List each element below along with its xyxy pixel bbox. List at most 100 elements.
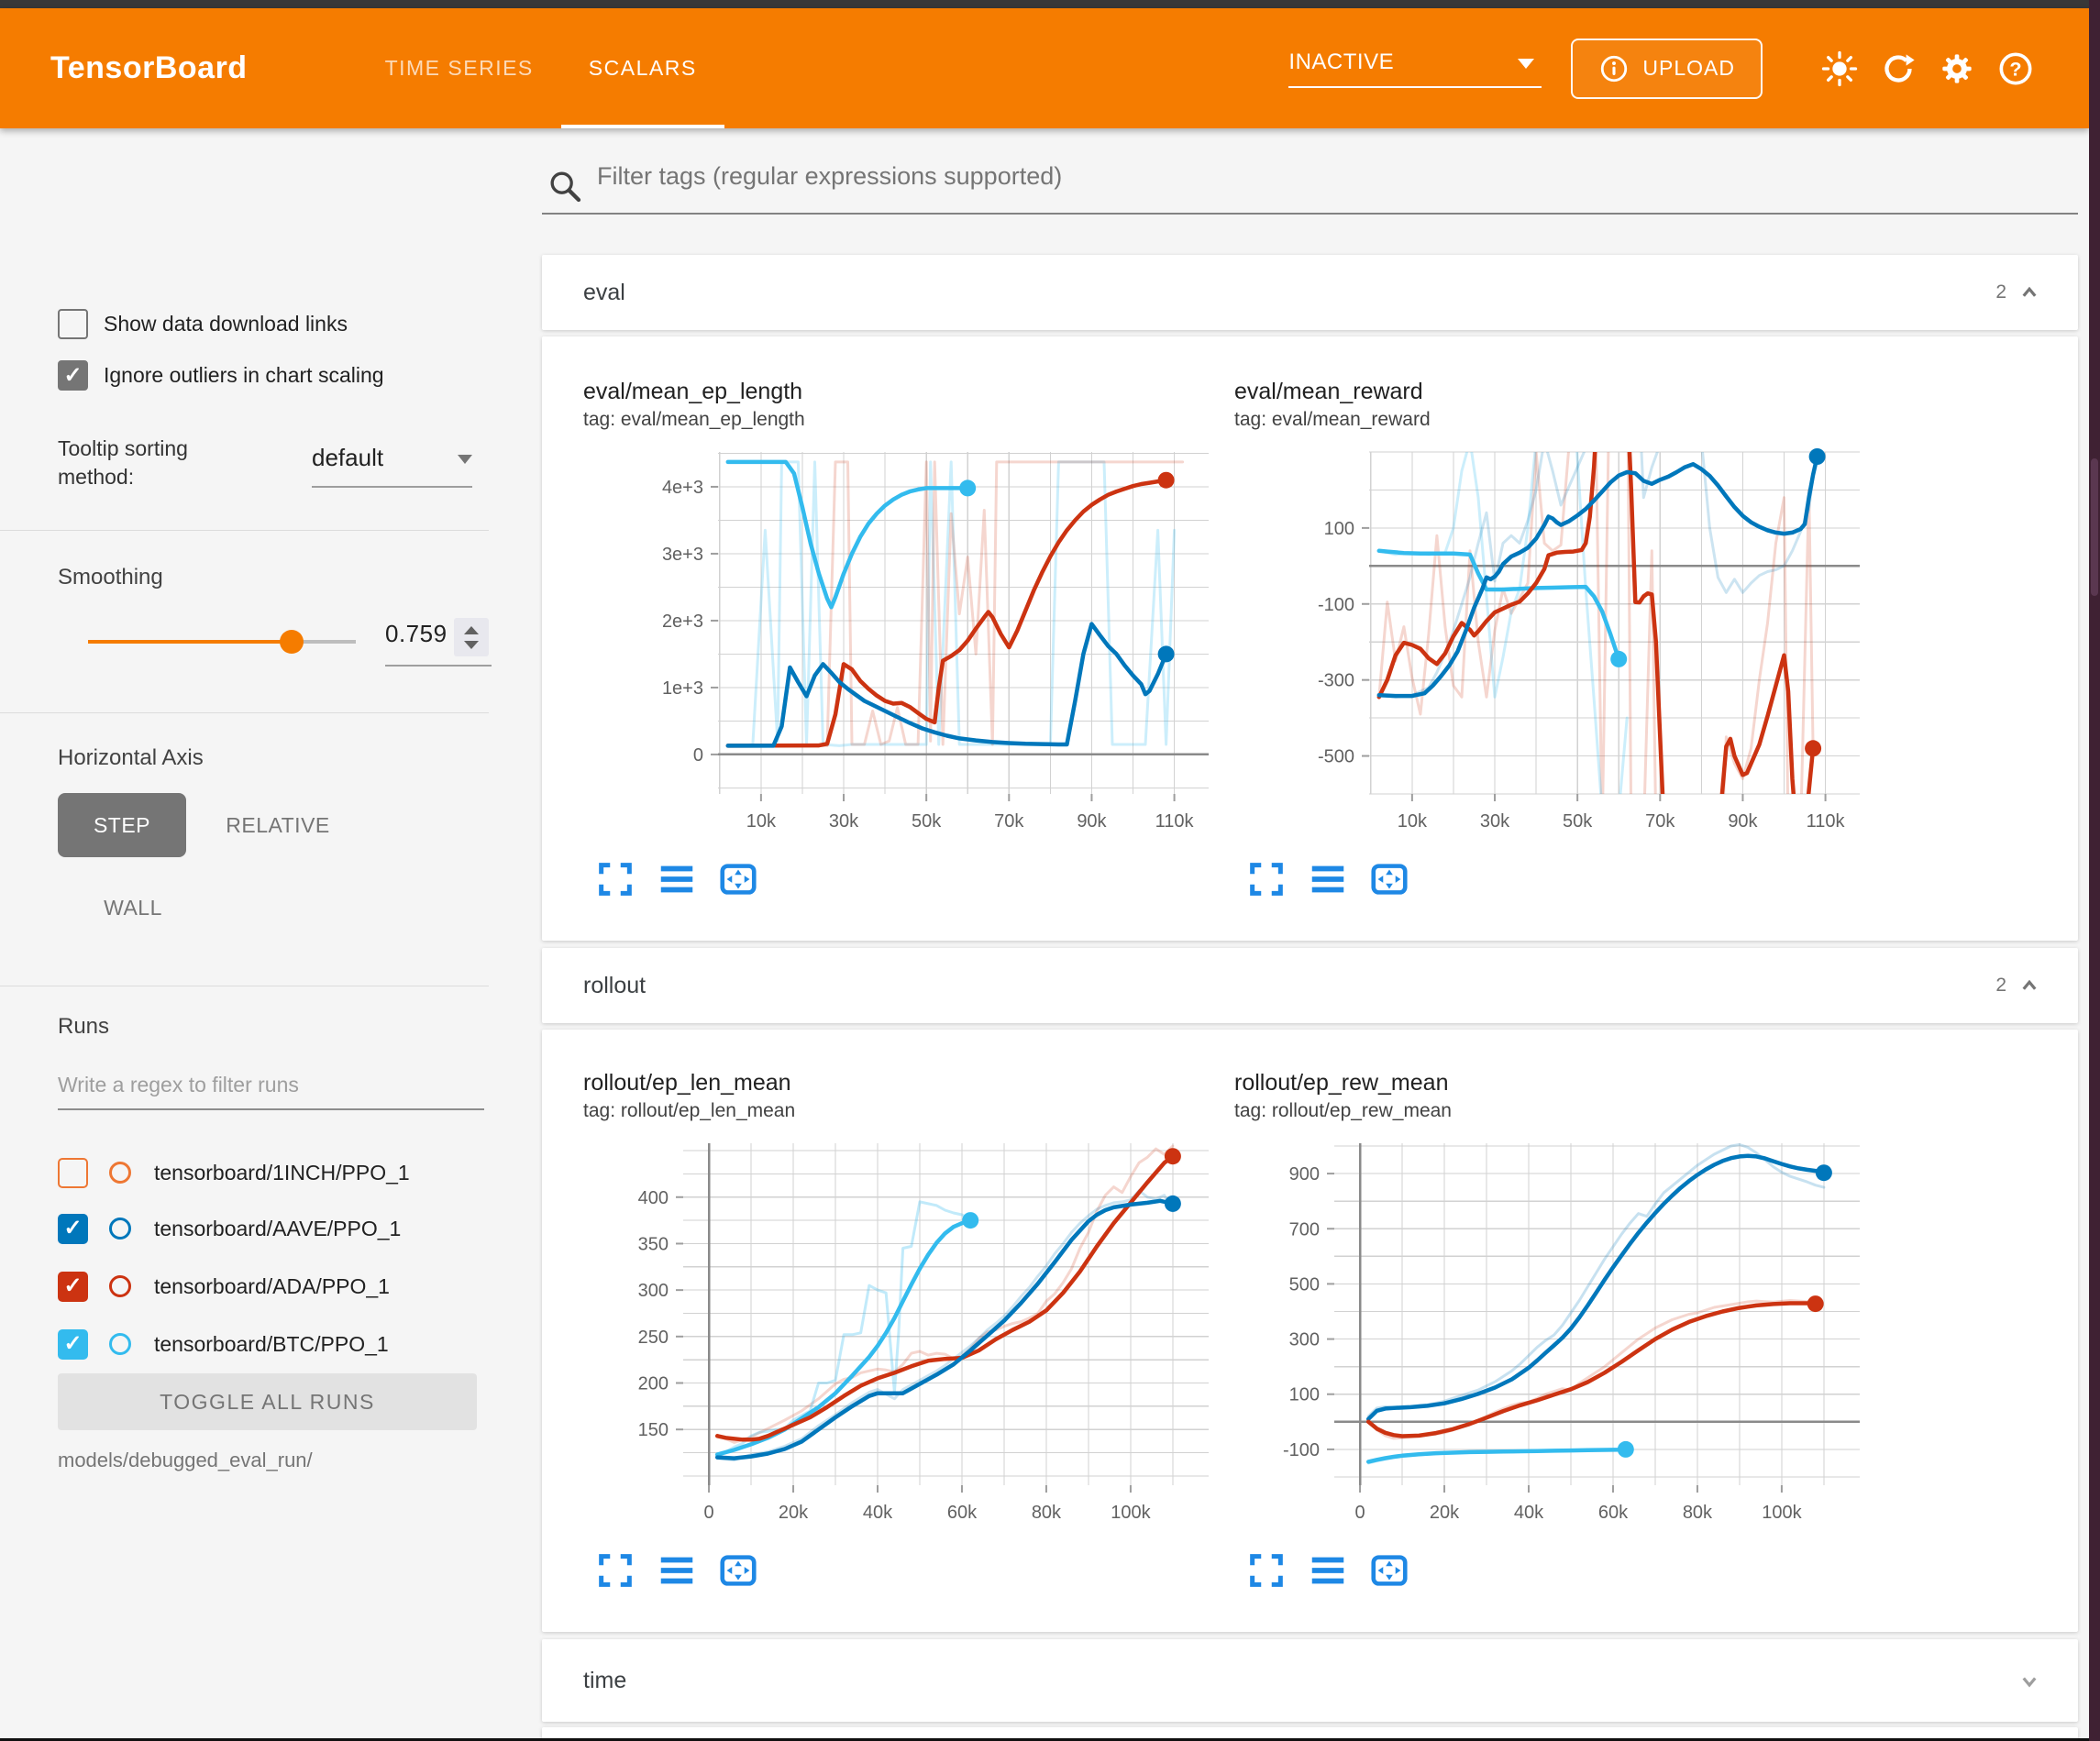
run-row-btc[interactable]: ✓ tensorboard/BTC/PPO_1 (58, 1322, 489, 1366)
fit-domain-icon[interactable] (1368, 1549, 1410, 1592)
svg-text:200: 200 (638, 1374, 669, 1394)
refresh-icon[interactable] (1880, 50, 1917, 87)
upload-label: UPLOAD (1642, 56, 1735, 81)
toggle-all-runs-button[interactable]: TOGGLE ALL RUNS (58, 1373, 477, 1430)
run-checkbox[interactable]: ✓ (58, 1272, 88, 1302)
chart-card-mean-reward: eval/mean_reward tag: eval/mean_reward 1… (1234, 378, 1885, 941)
svg-text:-300: -300 (1318, 671, 1354, 691)
svg-text:30k: 30k (829, 811, 859, 832)
tab-time-series[interactable]: TIME SERIES (358, 8, 561, 128)
runs-filter-input[interactable] (58, 1073, 484, 1110)
run-row-1inch[interactable]: ✓ tensorboard/1INCH/PPO_1 (58, 1151, 489, 1195)
page-scrollbar[interactable] (2089, 0, 2100, 1741)
svg-text:50k: 50k (1563, 811, 1593, 832)
check-icon: ✓ (63, 1333, 82, 1355)
svg-text:80k: 80k (1683, 1503, 1713, 1523)
brightness-icon[interactable] (1821, 50, 1858, 87)
svg-text:1e+3: 1e+3 (662, 678, 703, 699)
tooltip-sorting-dropdown[interactable]: default (312, 444, 472, 472)
upload-button[interactable]: UPLOAD (1571, 39, 1763, 99)
run-color-circle (109, 1162, 131, 1184)
run-checkbox[interactable]: ✓ (58, 1214, 88, 1244)
svg-text:100: 100 (1324, 519, 1354, 539)
section-header-rollout[interactable]: rollout 2 (542, 948, 2078, 1023)
show-download-links-checkbox[interactable]: ✓ (58, 309, 88, 339)
expand-chart-icon[interactable] (1245, 1549, 1288, 1592)
line-chart[interactable]: 020k40k60k80k100k150200250300350400 (583, 1132, 1234, 1540)
chevron-up-icon[interactable] (2016, 279, 2043, 306)
settings-sidebar: ✓ Show data download links ✓ Ignore outl… (0, 128, 495, 1738)
chart-tag: tag: eval/mean_ep_length (583, 407, 1234, 432)
section-body-rollout: rollout/ep_len_mean tag: rollout/ep_len_… (542, 1030, 2078, 1632)
run-checkbox[interactable]: ✓ (58, 1158, 88, 1188)
scrollbar-thumb[interactable] (2091, 458, 2098, 596)
section-header-time[interactable]: time (542, 1639, 2078, 1722)
svg-text:100k: 100k (1762, 1503, 1802, 1523)
chart-title: eval/mean_ep_length (583, 378, 1234, 405)
check-icon: ✓ (63, 1218, 82, 1240)
axis-wall-button[interactable]: WALL (92, 885, 174, 931)
stepper-down-icon[interactable] (464, 641, 479, 649)
app-title: TensorBoard (50, 50, 248, 86)
line-chart[interactable]: 020k40k60k80k100k-100100300500700900 (1234, 1132, 1885, 1540)
chart-title: rollout/ep_rew_mean (1234, 1069, 1885, 1096)
run-row-aave[interactable]: ✓ tensorboard/AAVE/PPO_1 (58, 1207, 489, 1251)
smoothing-slider[interactable] (88, 631, 356, 653)
ignore-outliers-checkbox[interactable]: ✓ (58, 360, 88, 391)
svg-text:0: 0 (703, 1503, 713, 1523)
svg-text:50k: 50k (912, 811, 942, 832)
chart-card-ep-len-mean: rollout/ep_len_mean tag: rollout/ep_len_… (583, 1069, 1234, 1632)
toggle-y-axis-icon[interactable] (656, 1549, 698, 1592)
smoothing-value-field[interactable]: 0.759 (385, 620, 489, 648)
svg-text:400: 400 (638, 1188, 669, 1208)
runs-filter (58, 1073, 484, 1110)
chevron-down-icon[interactable] (2016, 1667, 2043, 1694)
expand-chart-icon[interactable] (594, 1549, 636, 1592)
tooltip-sorting-label: Tooltip sorting method: (58, 435, 260, 491)
run-row-ada[interactable]: ✓ tensorboard/ADA/PPO_1 (58, 1264, 489, 1308)
fit-domain-icon[interactable] (717, 858, 759, 900)
run-checkbox[interactable]: ✓ (58, 1329, 88, 1360)
svg-text:70k: 70k (1645, 811, 1675, 832)
svg-text:90k: 90k (1077, 811, 1107, 832)
svg-text:150: 150 (638, 1420, 669, 1440)
svg-text:40k: 40k (1514, 1503, 1544, 1523)
chart-title: eval/mean_reward (1234, 378, 1885, 405)
expand-chart-icon[interactable] (594, 858, 636, 900)
chart-tag: tag: rollout/ep_rew_mean (1234, 1098, 1885, 1123)
svg-text:10k: 10k (746, 811, 777, 832)
svg-text:100k: 100k (1111, 1503, 1151, 1523)
fit-domain-icon[interactable] (717, 1549, 759, 1592)
status-dropdown[interactable]: INACTIVE (1288, 50, 1542, 88)
svg-text:30k: 30k (1480, 811, 1510, 832)
axis-relative-button[interactable]: RELATIVE (218, 793, 337, 857)
horizontal-axis-label: Horizontal Axis (58, 745, 204, 771)
section-header-eval[interactable]: eval 2 (542, 255, 2078, 330)
line-chart[interactable]: 10k30k50k70k90k110k01e+32e+33e+34e+3 (583, 441, 1234, 849)
svg-text:?: ? (2009, 57, 2021, 80)
chevron-down-icon (458, 455, 472, 464)
tag-filter-input[interactable] (597, 162, 2064, 191)
settings-gear-icon[interactable] (1939, 50, 1975, 87)
smoothing-stepper[interactable] (454, 618, 489, 656)
line-chart[interactable]: 10k30k50k70k90k110k100-100-300-500 (1234, 441, 1885, 849)
help-icon[interactable]: ? (1997, 50, 2034, 87)
fit-domain-icon[interactable] (1368, 858, 1410, 900)
svg-text:20k: 20k (1430, 1503, 1460, 1523)
section-name: rollout (583, 973, 646, 999)
stepper-up-icon[interactable] (464, 626, 479, 634)
slider-knob[interactable] (280, 630, 304, 654)
toggle-y-axis-icon[interactable] (1307, 1549, 1349, 1592)
ignore-outliers-row[interactable]: ✓ Ignore outliers in chart scaling (58, 360, 384, 391)
tab-scalars[interactable]: SCALARS (561, 8, 724, 128)
svg-text:300: 300 (638, 1281, 669, 1301)
toggle-y-axis-icon[interactable] (1307, 858, 1349, 900)
check-icon: ✓ (63, 1275, 82, 1297)
svg-text:60k: 60k (1598, 1503, 1629, 1523)
chevron-up-icon[interactable] (2016, 972, 2043, 999)
toggle-y-axis-icon[interactable] (656, 858, 698, 900)
show-download-links-row[interactable]: ✓ Show data download links (58, 309, 348, 339)
axis-step-button[interactable]: STEP (58, 793, 186, 857)
expand-chart-icon[interactable] (1245, 858, 1288, 900)
search-icon (547, 168, 583, 204)
